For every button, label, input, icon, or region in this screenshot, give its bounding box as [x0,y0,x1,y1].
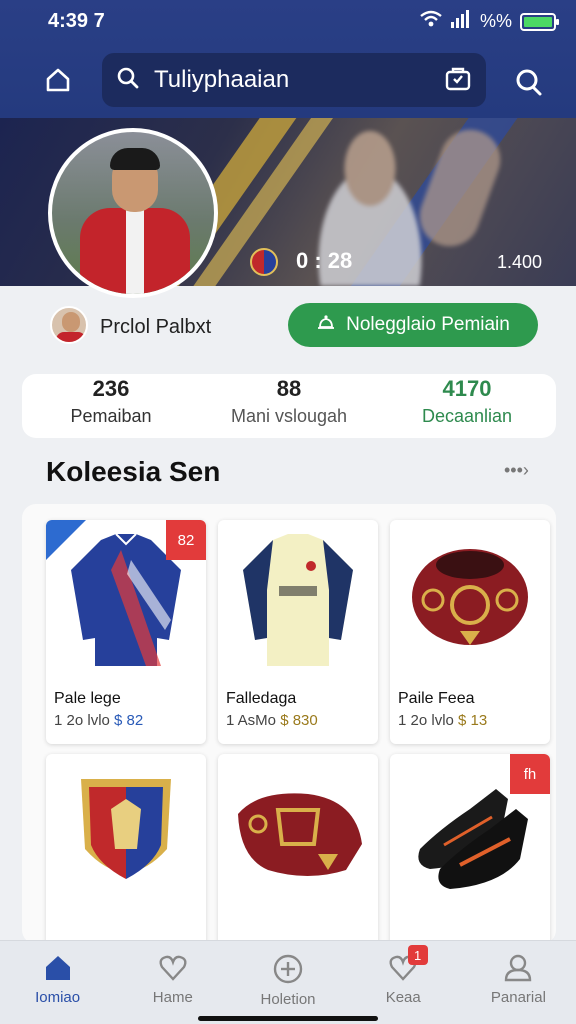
player-avatar[interactable] [48,128,218,298]
signal-icon [450,10,472,33]
user-icon [505,954,532,982]
bell-icon [316,312,336,338]
nav-favorites[interactable]: Hame [115,941,230,1024]
stat-value: 236 [92,376,130,401]
hero-score: 0 : 28 [296,248,353,273]
nav-profile[interactable]: Panarial [461,941,576,1024]
card-price: $ 830 [280,712,318,729]
nav-label: Panarial [490,989,546,1006]
status-time: 4:39 7 [48,10,105,32]
card-price: $ 82 [114,712,144,729]
notification-badge: 1 [407,945,428,965]
hero-views: 1.400 [496,252,542,272]
card-name: Paile Feea [398,690,475,707]
nav-home[interactable]: Iomiao [0,941,115,1024]
card-meta: 1 2o lvlo $ 13 [398,712,488,729]
card-meta: 1 2o lvlo $ 82 [54,712,144,729]
search-input[interactable]: Tuliyphaaian [154,66,444,94]
stat-label: Decaanlian [421,406,513,426]
stats-bar: 236 Pemaiban 88 Mani vslougah 4170 Decaa… [22,374,556,438]
plus-circle-icon [273,954,303,984]
profile-name: Prclol Palbxt [100,316,212,338]
jersey-image [218,520,378,680]
cap-image [390,520,550,680]
nav-collection[interactable]: Holetion [230,941,345,1024]
stat-value: 4170 [442,376,492,401]
status-icons: %% [420,10,559,33]
card-name: Falledaga [226,690,297,707]
club-crest-icon [250,248,278,276]
crest-image [46,754,206,914]
card-price: $ 13 [458,712,488,729]
accessory-image [218,754,378,914]
heart-icon [159,955,187,981]
collection-card[interactable]: Falledaga 1 AsMo $ 830 [218,520,378,744]
home-button[interactable] [40,62,76,98]
card-name: Pale lege [54,690,121,707]
search-bar[interactable]: Tuliyphaaian [102,53,486,107]
small-avatar[interactable] [50,306,88,344]
battery-icon [520,12,559,31]
more-link[interactable]: •••› [504,460,529,481]
home-icon [45,956,70,980]
home-outline-icon [46,68,70,92]
bag-icon[interactable] [444,64,472,97]
card-meta: 1 AsMo $ 830 [226,712,318,729]
nav-label: Iomiao [35,989,81,1006]
battery-percent: %% [479,11,512,31]
stat-label: Mani vslougah [230,406,348,426]
collection-grid: 82 Pale lege 1 2o lvlo $ 82 Falledaga 1 … [22,504,556,978]
stat-value: 88 [276,376,302,401]
card-tag: 82 [166,520,206,560]
nav-label: Keaa [385,989,421,1006]
collection-button[interactable]: Nolegglaio Pemiain [288,303,538,347]
nav-label: Hame [152,989,193,1006]
stat-collection[interactable]: 4170 Decaanlian [378,374,556,438]
user-search-icon [516,69,542,96]
stat-players[interactable]: 236 Pemaiban [22,374,200,438]
collection-card[interactable]: Paile Feea 1 2o lvlo $ 13 [390,520,550,744]
stat-label: Pemaiban [70,406,152,426]
search-icon [116,66,140,95]
card-tag: fh [510,754,550,794]
section-title: Koleesia Sen [46,456,221,487]
wifi-icon [420,10,442,33]
collection-button-label: Nolegglaio Pemiain [346,314,510,335]
stat-matches[interactable]: 88 Mani vslougah [200,374,378,438]
profile-button[interactable] [508,62,548,102]
home-indicator [198,1016,378,1021]
nav-label: Holetion [260,991,316,1008]
nav-notifications[interactable]: 1 Keaa [346,941,461,1024]
bottom-nav: Iomiao Hame Holetion 1 Keaa Panarial [0,940,576,1024]
collection-card[interactable]: 82 Pale lege 1 2o lvlo $ 82 [46,520,206,744]
app-header: 4:39 7 %% Tuliyphaaian [0,0,576,120]
